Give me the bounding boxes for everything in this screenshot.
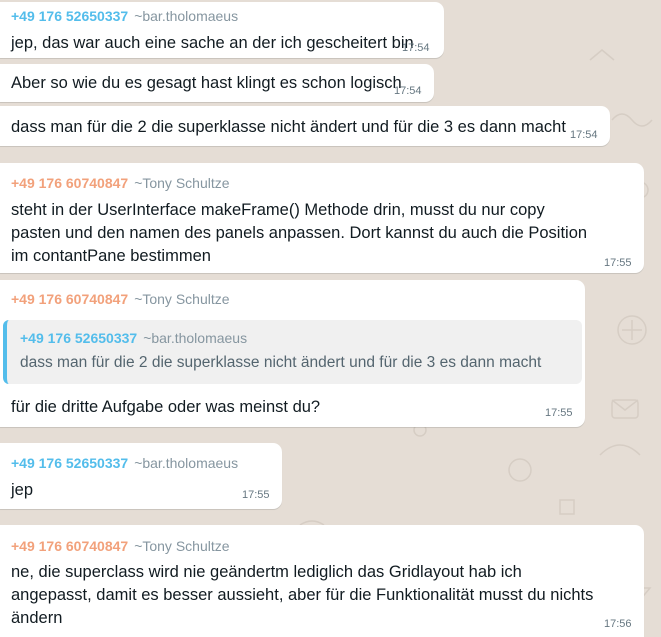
message-time: 17:55 bbox=[545, 407, 573, 419]
message-text: Aber so wie du es gesagt hast klingt es … bbox=[11, 74, 402, 92]
sender-nick: ~Tony Schultze bbox=[134, 538, 230, 554]
message-time: 17:56 bbox=[604, 618, 632, 630]
message-bubble[interactable]: Aber so wie du es gesagt hast klingt es … bbox=[0, 64, 434, 102]
message-bubble[interactable]: dass man für die 2 die superklasse nicht… bbox=[0, 106, 610, 146]
message-time: 17:55 bbox=[242, 489, 270, 501]
sender-phone: +49 176 52650337 bbox=[11, 8, 129, 24]
message-text: jep bbox=[11, 481, 34, 499]
sender-phone: +49 176 60740847 bbox=[11, 175, 129, 191]
message-line: ändern bbox=[11, 609, 63, 627]
sender-name[interactable]: +49 176 60740847 ~Tony Schultze bbox=[11, 175, 230, 191]
message-bubble[interactable]: +49 176 52650337 ~bar.tholomaeus jep 17:5… bbox=[0, 443, 282, 509]
message-line: im contantPane bestimmen bbox=[11, 247, 211, 265]
quoted-text: dass man für die 2 die superklasse nicht… bbox=[20, 354, 542, 371]
sender-name[interactable]: +49 176 60740847 ~Tony Schultze bbox=[11, 538, 230, 554]
quoted-sender-phone: +49 176 52650337 bbox=[20, 330, 138, 346]
sender-phone: +49 176 52650337 bbox=[11, 455, 129, 471]
sender-nick: ~bar.tholomaeus bbox=[134, 8, 239, 24]
message-time: 17:55 bbox=[604, 257, 632, 269]
message-time: 17:54 bbox=[402, 42, 430, 54]
sender-phone: +49 176 60740847 bbox=[11, 291, 129, 307]
sender-name[interactable]: +49 176 52650337 ~bar.tholomaeus bbox=[11, 455, 238, 471]
message-line: angepasst, damit es besser aussieht, abe… bbox=[11, 586, 594, 604]
message-text: steht in der UserInterface makeFrame() M… bbox=[11, 199, 587, 268]
quoted-message[interactable]: +49 176 52650337 ~bar.tholomaeus dass man… bbox=[3, 320, 582, 384]
sender-nick: ~Tony Schultze bbox=[134, 175, 230, 191]
message-bubble[interactable]: +49 176 60740847 ~Tony Schultze +49 176 5… bbox=[0, 280, 585, 427]
message-line: ne, die superclass wird nie geändertm le… bbox=[11, 563, 522, 581]
sender-name[interactable]: +49 176 60740847 ~Tony Schultze bbox=[11, 291, 230, 307]
sender-name[interactable]: +49 176 52650337 ~bar.tholomaeus bbox=[11, 8, 238, 24]
quoted-sender: +49 176 52650337 ~bar.tholomaeus bbox=[20, 330, 247, 346]
sender-nick: ~bar.tholomaeus bbox=[134, 455, 239, 471]
message-text: für die dritte Aufgabe oder was meinst d… bbox=[11, 398, 321, 416]
message-text: ne, die superclass wird nie geändertm le… bbox=[11, 561, 593, 630]
message-bubble[interactable]: +49 176 52650337 ~bar.tholomaeus jep, das… bbox=[0, 2, 444, 58]
message-time: 17:54 bbox=[570, 129, 598, 141]
message-bubble[interactable]: +49 176 60740847 ~Tony Schultze steht in … bbox=[0, 163, 644, 273]
message-bubble[interactable]: +49 176 60740847 ~Tony Schultze ne, die s… bbox=[0, 525, 644, 637]
quoted-sender-nick: ~bar.tholomaeus bbox=[143, 330, 248, 346]
sender-phone: +49 176 60740847 bbox=[11, 538, 129, 554]
message-text: jep, das war auch eine sache an der ich … bbox=[11, 34, 414, 52]
message-text: dass man für die 2 die superklasse nicht… bbox=[11, 118, 566, 136]
message-time: 17:54 bbox=[394, 85, 422, 97]
sender-nick: ~Tony Schultze bbox=[134, 291, 230, 307]
message-line: steht in der UserInterface makeFrame() M… bbox=[11, 201, 545, 219]
message-line: pasten und den namen des panels anpassen… bbox=[11, 224, 588, 242]
